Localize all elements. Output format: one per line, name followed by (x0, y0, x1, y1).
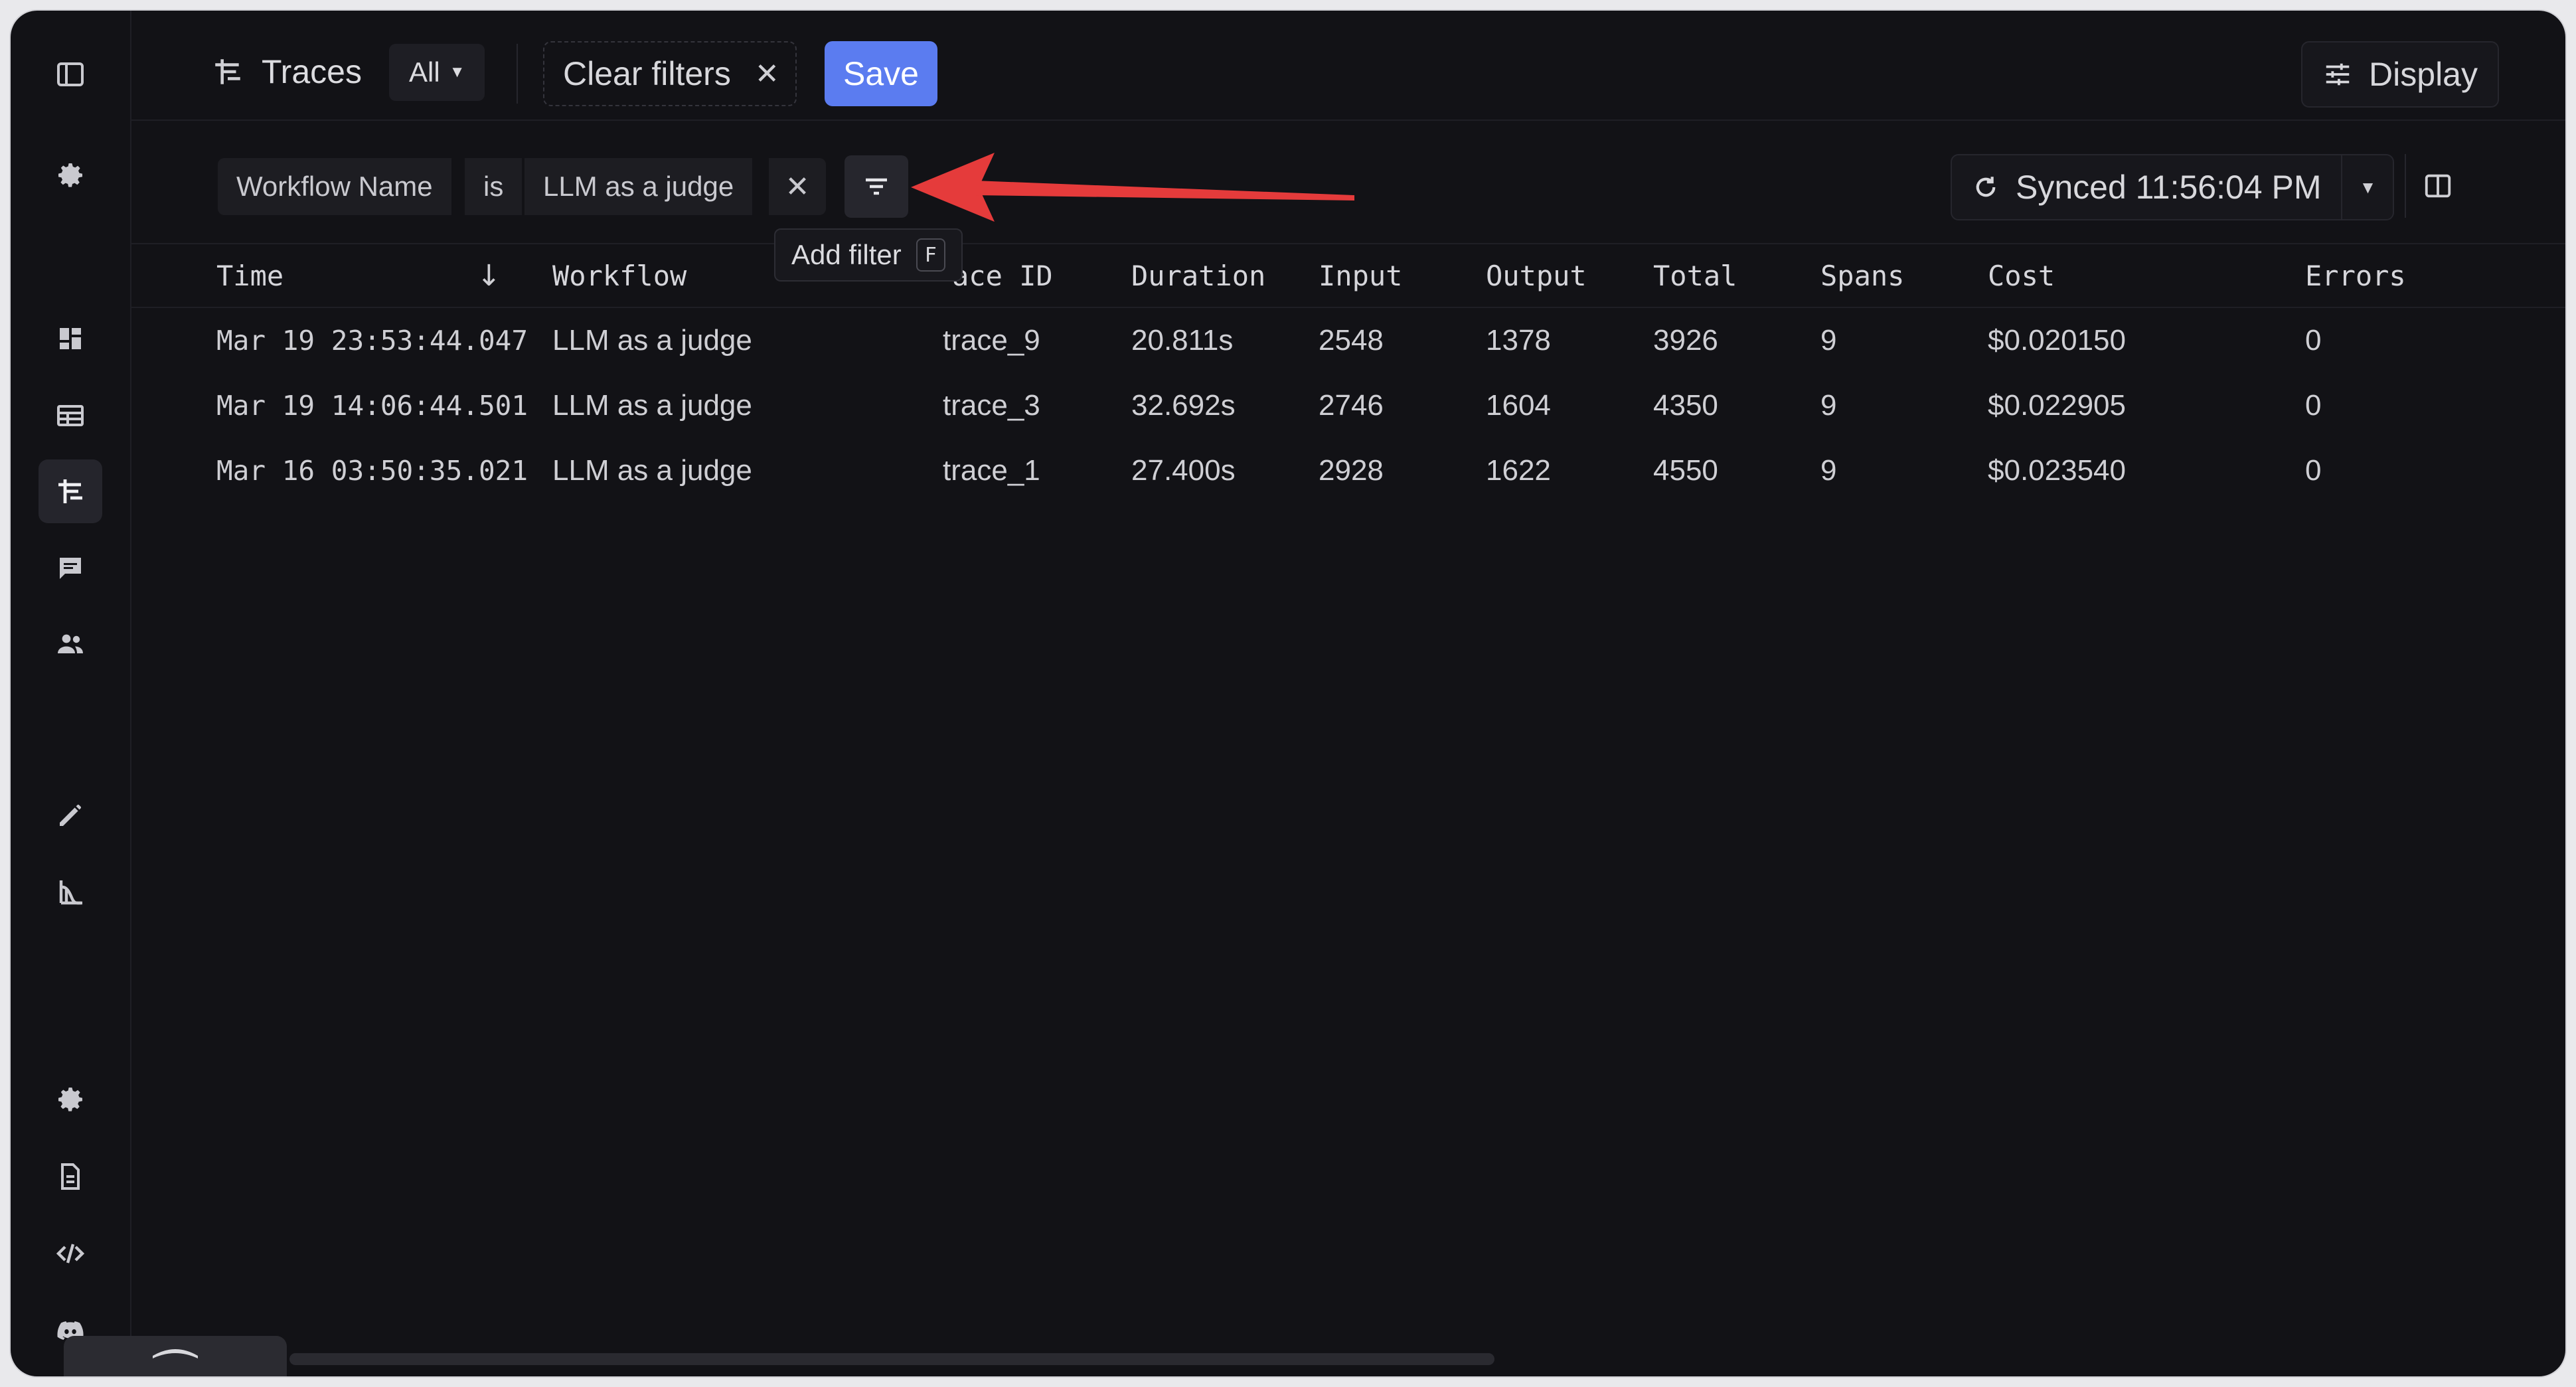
pencil-icon[interactable] (39, 783, 102, 847)
table-row[interactable]: Mar 19 23:53:44.047 LLM as a judge trace… (131, 308, 2565, 373)
chevron-up-icon (153, 1349, 198, 1358)
cell-time: Mar 19 23:53:44.047 (216, 325, 528, 357)
collapse-panel-tab[interactable] (64, 1336, 287, 1376)
filter-icon (866, 178, 887, 195)
cell-spans: 9 (1820, 324, 1837, 357)
clear-filters-label: Clear filters (563, 55, 731, 92)
refresh-icon (1976, 177, 1996, 197)
traces-icon[interactable] (39, 459, 102, 523)
filter-field-chip[interactable]: Workflow Name (218, 158, 453, 215)
cell-cost: $0.023540 (1988, 454, 2126, 487)
cell-trace-id: trace_1 (943, 454, 1040, 487)
cell-input: 2548 (1319, 324, 1384, 357)
document-icon[interactable] (39, 1145, 102, 1208)
column-header-duration[interactable]: Duration (1131, 244, 1265, 307)
shortcut-key: F (916, 238, 945, 272)
cell-workflow: LLM as a judge (552, 324, 752, 357)
cell-output: 1378 (1486, 324, 1551, 357)
horizontal-scrollbar[interactable] (289, 1353, 1494, 1365)
cell-total: 4550 (1653, 454, 1718, 487)
cell-errors: 0 (2305, 389, 2322, 422)
sliders-icon (2326, 63, 2350, 86)
sync-control: Synced 11:56:04 PM ▼ (1951, 154, 2395, 220)
chart-icon[interactable] (39, 860, 102, 924)
sync-button[interactable]: Synced 11:56:04 PM (1952, 155, 2343, 219)
cell-total: 4350 (1653, 389, 1718, 422)
clear-filters-button[interactable]: Clear filters ✕ (543, 41, 797, 106)
traces-table: Time ↓ Workflow ace ID Duration Input Ou… (131, 244, 2565, 503)
remove-filter-icon[interactable]: ✕ (769, 158, 826, 215)
filter-bar: Workflow Name is LLM as a judge ✕ Add fi… (131, 121, 2565, 282)
dashboard-icon[interactable] (39, 307, 102, 370)
add-filter-tooltip: Add filter F (774, 228, 963, 282)
close-icon: ✕ (754, 57, 779, 90)
sort-descending-icon[interactable]: ↓ (477, 244, 501, 307)
column-header-spans[interactable]: Spans (1820, 244, 1904, 307)
tooltip-label: Add filter (791, 239, 902, 270)
traces-title-icon (215, 59, 240, 84)
settings-icon[interactable] (39, 1068, 102, 1131)
cell-spans: 9 (1820, 389, 1837, 422)
code-icon[interactable] (39, 1222, 102, 1285)
column-header-total[interactable]: Total (1653, 244, 1737, 307)
left-rail (11, 11, 131, 1376)
cell-workflow: LLM as a judge (552, 454, 752, 487)
table-row[interactable]: Mar 19 14:06:44.501 LLM as a judge trace… (131, 373, 2565, 438)
column-header-trace-id[interactable]: ace ID (952, 244, 1053, 307)
save-button[interactable]: Save (825, 41, 937, 106)
table-header: Time ↓ Workflow ace ID Duration Input Ou… (131, 244, 2565, 308)
cell-cost: $0.022905 (1988, 389, 2126, 422)
column-header-workflow[interactable]: Workflow (552, 244, 686, 307)
gear-icon[interactable] (39, 143, 102, 207)
cell-errors: 0 (2305, 454, 2322, 487)
cell-time: Mar 16 03:50:35.021 (216, 455, 528, 487)
cell-cost: $0.020150 (1988, 324, 2126, 357)
column-header-input[interactable]: Input (1319, 244, 1402, 307)
cell-duration: 20.811s (1131, 324, 1234, 357)
app-window: Traces All ▼ Clear filters ✕ Save Displa… (11, 11, 2565, 1376)
sync-status: Synced 11:56:04 PM (2016, 169, 2322, 206)
add-filter-button[interactable] (845, 155, 908, 218)
side-panel-icon[interactable] (2405, 154, 2470, 218)
page-title-text: Traces (262, 53, 362, 90)
display-label: Display (2369, 56, 2478, 93)
cell-time: Mar 19 14:06:44.501 (216, 390, 528, 422)
top-bar: Traces All ▼ Clear filters ✕ Save Displa… (131, 11, 2565, 121)
caret-down-icon[interactable]: ▼ (2342, 155, 2393, 219)
sidebar-toggle-icon[interactable] (39, 42, 102, 106)
cell-trace-id: trace_9 (943, 324, 1040, 357)
cell-trace-id: trace_3 (943, 389, 1040, 422)
view-selector-label: All (409, 56, 440, 88)
cell-output: 1604 (1486, 389, 1551, 422)
column-header-output[interactable]: Output (1486, 244, 1587, 307)
cell-input: 2746 (1319, 389, 1384, 422)
display-button[interactable]: Display (2301, 41, 2499, 108)
filter-operator-chip[interactable]: is (465, 158, 524, 215)
view-selector[interactable]: All ▼ (389, 44, 485, 101)
divider (517, 44, 518, 104)
cell-duration: 32.692s (1131, 389, 1236, 422)
caret-down-icon: ▼ (449, 63, 465, 81)
page-title: Traces (211, 40, 362, 104)
column-header-cost[interactable]: Cost (1988, 244, 2055, 307)
table-icon[interactable] (39, 384, 102, 448)
cell-input: 2928 (1319, 454, 1384, 487)
filter-value-chip[interactable]: LLM as a judge (524, 158, 754, 215)
column-header-errors[interactable]: Errors (2305, 244, 2406, 307)
chat-icon[interactable] (39, 536, 102, 600)
cell-total: 3926 (1653, 324, 1718, 357)
table-row[interactable]: Mar 16 03:50:35.021 LLM as a judge trace… (131, 438, 2565, 503)
cell-duration: 27.400s (1131, 454, 1236, 487)
cell-workflow: LLM as a judge (552, 389, 752, 422)
cell-spans: 9 (1820, 454, 1837, 487)
cell-output: 1622 (1486, 454, 1551, 487)
column-header-time[interactable]: Time (216, 244, 283, 307)
annotation-arrow (911, 153, 1354, 222)
users-icon[interactable] (39, 612, 102, 676)
cell-errors: 0 (2305, 324, 2322, 357)
